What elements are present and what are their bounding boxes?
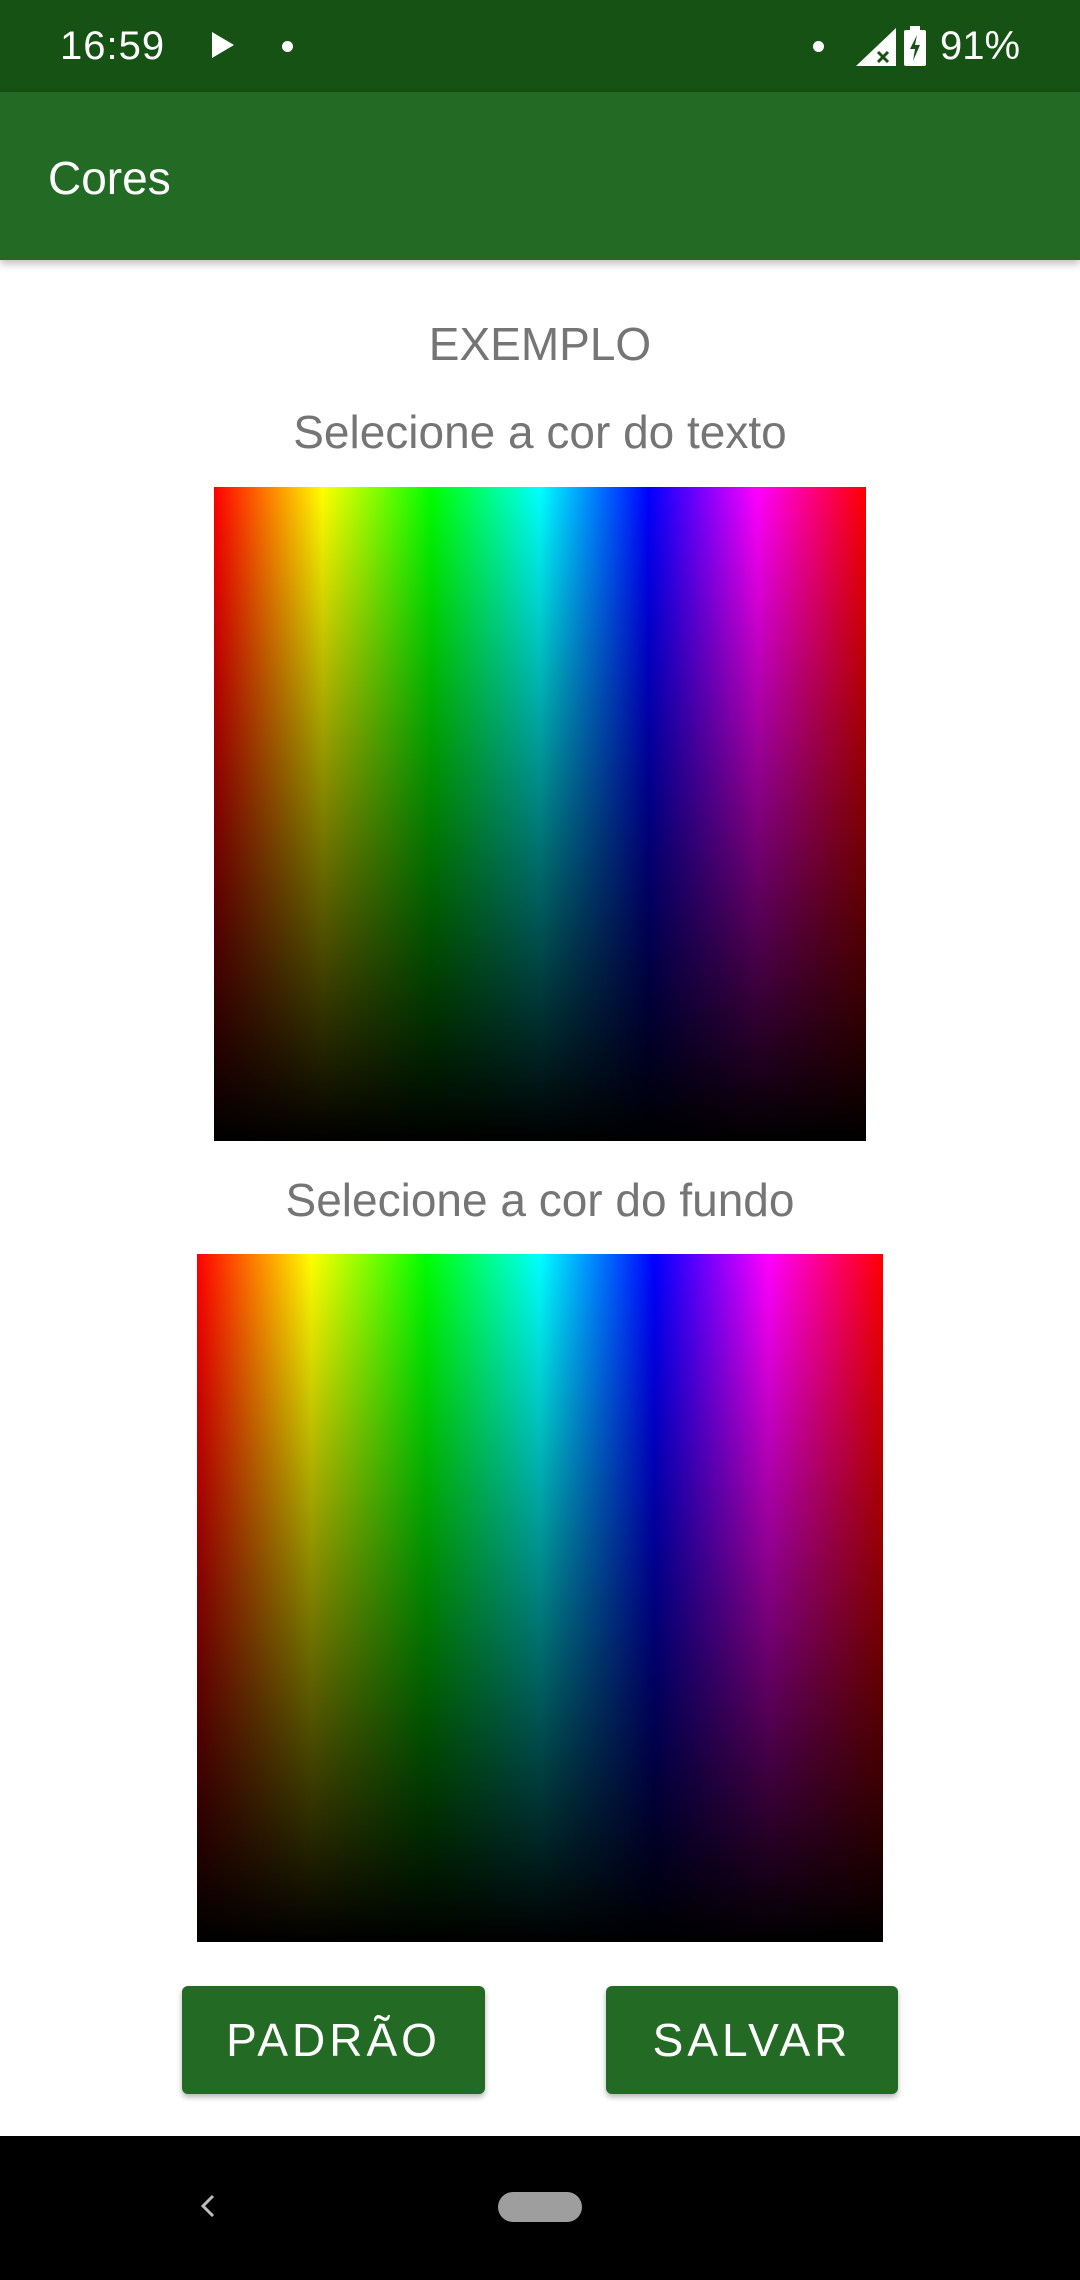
battery-charging-icon (904, 26, 926, 66)
page-title: Cores (48, 152, 171, 204)
home-pill-icon[interactable] (498, 2192, 582, 2222)
back-icon[interactable] (196, 2194, 220, 2218)
status-bar: 16:59 91% (0, 0, 1080, 92)
status-dot-icon (813, 41, 824, 52)
app-bar: Cores (0, 92, 1080, 260)
background-color-label: Selecione a cor do fundo (285, 1174, 795, 1226)
example-preview-text: EXEMPLO (428, 318, 652, 370)
default-button[interactable]: PADRÃO (182, 1986, 485, 2094)
notification-dot-icon (282, 41, 293, 52)
background-color-picker[interactable] (197, 1254, 883, 1942)
status-time: 16:59 (60, 24, 166, 68)
play-icon (212, 32, 234, 58)
text-color-label: Selecione a cor do texto (293, 406, 787, 458)
save-button[interactable]: SALVAR (606, 1986, 898, 2094)
signal-icon (856, 28, 896, 66)
text-color-picker[interactable] (214, 487, 866, 1141)
battery-percent: 91% (940, 24, 1021, 68)
